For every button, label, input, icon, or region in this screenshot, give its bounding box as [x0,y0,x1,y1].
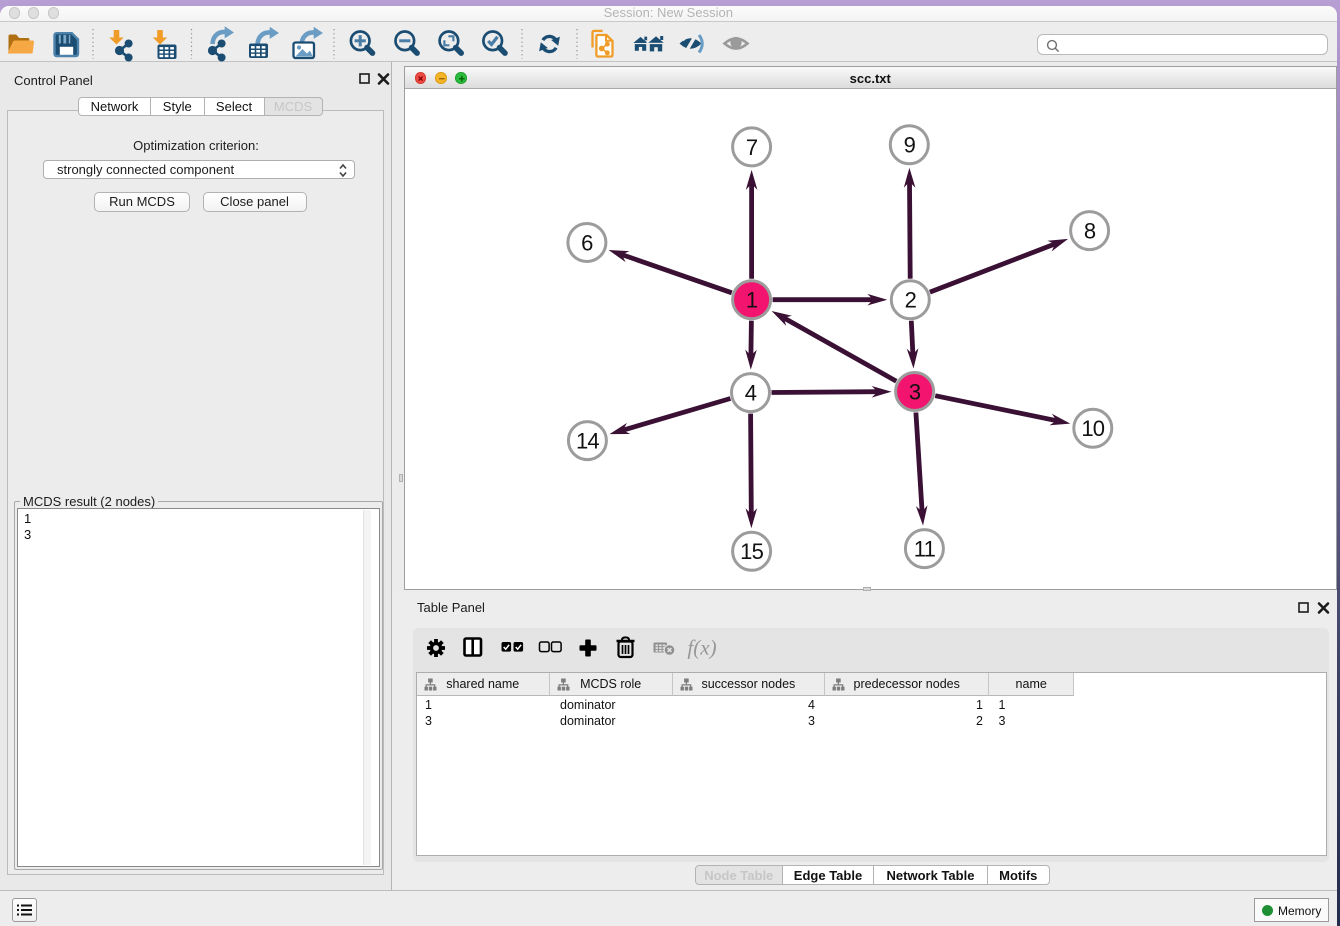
svg-text:f(x): f(x) [687,636,716,660]
svg-text:11: 11 [914,537,936,562]
svg-text:14: 14 [576,429,599,454]
svg-text:3: 3 [909,379,921,404]
svg-text:15: 15 [740,539,763,564]
svg-text:6: 6 [581,230,593,255]
svg-text:4: 4 [745,381,757,406]
svg-text:2: 2 [905,288,917,313]
svg-text:8: 8 [1084,219,1096,244]
svg-text:9: 9 [904,133,916,158]
svg-text:1: 1 [746,288,758,313]
svg-text:10: 10 [1081,416,1104,441]
svg-text:7: 7 [746,135,758,160]
